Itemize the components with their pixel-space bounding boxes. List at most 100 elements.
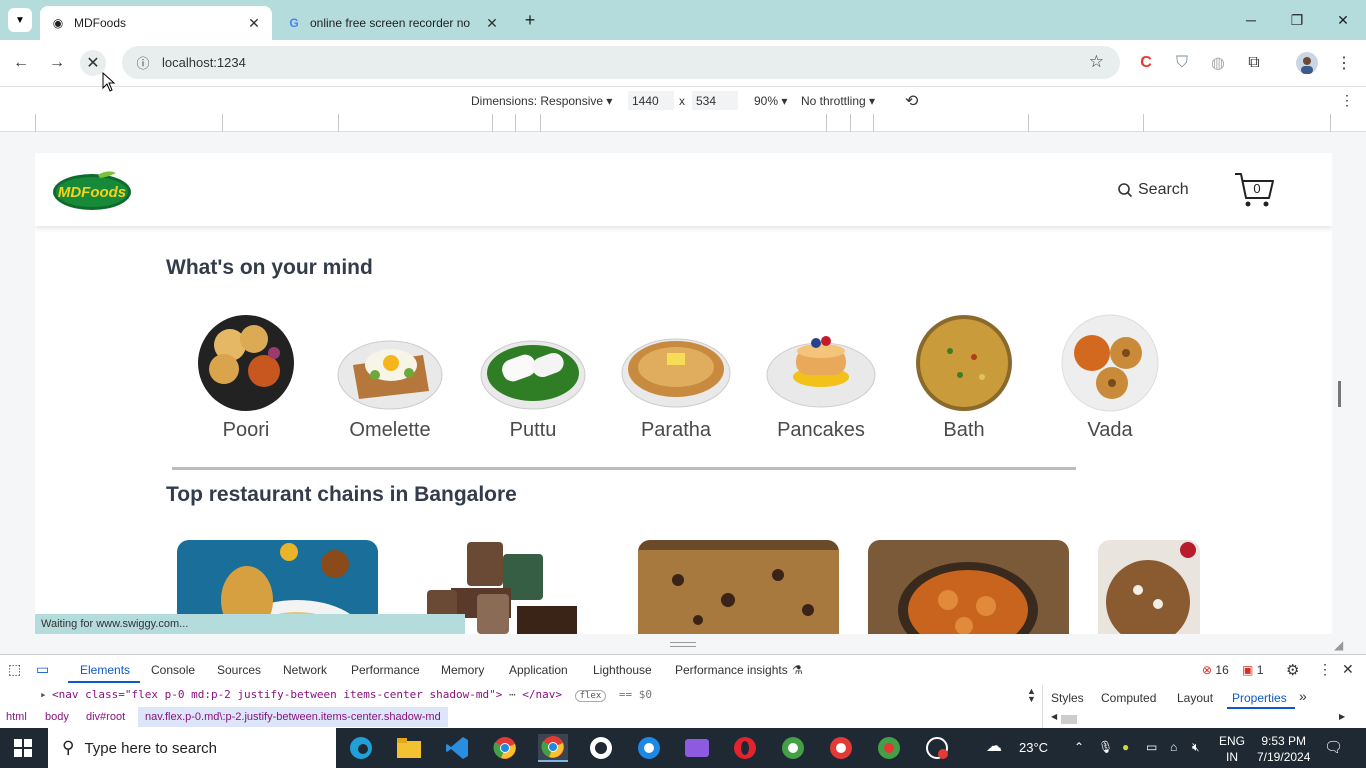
- chrome-profile-icon-3[interactable]: [826, 734, 856, 762]
- video-app-icon[interactable]: [682, 734, 712, 762]
- tab-elements[interactable]: Elements: [80, 663, 130, 677]
- breadcrumb-body[interactable]: body: [45, 711, 69, 723]
- weather-temp[interactable]: 23°C: [1019, 740, 1048, 755]
- breadcrumb-nav[interactable]: nav.flex.p-0.md\:p-2.justify-between.ite…: [138, 707, 448, 727]
- flex-badge[interactable]: flex: [574, 690, 607, 702]
- language-indicator[interactable]: ENG IN: [1219, 733, 1245, 765]
- chrome-icon[interactable]: [490, 734, 520, 762]
- scroll-thumb[interactable]: [1061, 715, 1077, 724]
- network-icon[interactable]: ⌂: [1170, 740, 1177, 754]
- dom-scroll-arrows[interactable]: ▲ ▼: [1027, 687, 1036, 704]
- new-tab-button[interactable]: +: [518, 8, 542, 32]
- throttling-dropdown[interactable]: No throttling ▾: [801, 94, 875, 108]
- viewport-scrollbar-handle[interactable]: [1338, 381, 1341, 407]
- tab-sources[interactable]: Sources: [217, 663, 261, 677]
- restore-button[interactable]: ❐: [1274, 8, 1320, 32]
- corner-resize-icon[interactable]: ◢: [1334, 638, 1343, 652]
- device-toolbar-menu-icon[interactable]: ⋮: [1340, 92, 1354, 109]
- screen-recorder-icon[interactable]: [922, 734, 952, 762]
- inspect-element-icon[interactable]: ⬚: [8, 661, 21, 678]
- opera-icon[interactable]: [730, 734, 760, 762]
- file-explorer-icon[interactable]: [394, 734, 424, 762]
- tab-mdfoods[interactable]: ◉ MDFoods ✕: [40, 6, 272, 40]
- close-window-button[interactable]: ✕: [1320, 8, 1366, 32]
- browser-menu-button[interactable]: ⋮: [1331, 50, 1357, 76]
- tray-expand-icon[interactable]: ⌃: [1074, 740, 1084, 754]
- resize-handle[interactable]: [670, 642, 696, 647]
- tab-properties[interactable]: Properties: [1232, 691, 1287, 705]
- dimensions-dropdown[interactable]: Dimensions: Responsive ▾: [471, 94, 612, 108]
- tab-layout[interactable]: Layout: [1177, 691, 1213, 705]
- tab-computed[interactable]: Computed: [1101, 691, 1156, 705]
- close-devtools-icon[interactable]: ✕: [1342, 661, 1354, 678]
- address-bar[interactable]: ⓘ localhost:1234 ☆: [122, 46, 1120, 79]
- food-item-bath[interactable]: Bath: [904, 313, 1024, 442]
- battery-icon[interactable]: ▭: [1146, 740, 1157, 754]
- forward-button[interactable]: →: [44, 50, 70, 76]
- food-item-poori[interactable]: Poori: [186, 313, 306, 442]
- volume-muted-icon[interactable]: 🔇︎: [1192, 740, 1200, 755]
- chrome-profile-icon-2[interactable]: [778, 734, 808, 762]
- puzzle-extensions-icon[interactable]: ⧉: [1241, 50, 1267, 76]
- width-input[interactable]: 1440: [628, 91, 674, 110]
- tray-app-icon[interactable]: ●: [1122, 740, 1129, 754]
- food-item-vada[interactable]: Vada: [1050, 313, 1170, 442]
- profile-avatar[interactable]: [1294, 50, 1320, 76]
- minimize-button[interactable]: ─: [1228, 8, 1274, 32]
- restaurant-card[interactable]: [638, 540, 839, 634]
- tab-lighthouse[interactable]: Lighthouse: [593, 663, 652, 677]
- restaurant-card[interactable]: [1098, 540, 1200, 634]
- microphone-icon[interactable]: 🎙︎: [1098, 740, 1113, 754]
- url-text[interactable]: localhost:1234: [162, 55, 246, 70]
- close-tab-icon[interactable]: ✕: [246, 15, 262, 32]
- scroll-right-icon[interactable]: ▶: [1339, 712, 1345, 721]
- more-tabs-icon[interactable]: »: [1299, 688, 1307, 704]
- search-link[interactable]: Search: [1117, 181, 1189, 199]
- shield-extension-icon[interactable]: ⛉: [1169, 50, 1195, 76]
- tab-console[interactable]: Console: [151, 663, 195, 677]
- food-item-omelette[interactable]: Omelette: [330, 313, 450, 442]
- devtools-menu-icon[interactable]: ⋮: [1318, 661, 1332, 678]
- tab-screen-recorder[interactable]: G online free screen recorder no ✕: [276, 6, 510, 40]
- chrome-profile-icon[interactable]: [634, 734, 664, 762]
- weather-icon[interactable]: ☁: [986, 736, 1002, 756]
- tab-search-button[interactable]: ▼: [8, 8, 32, 32]
- back-button[interactable]: ←: [8, 50, 34, 76]
- tab-performance-insights[interactable]: Performance insights: [675, 663, 788, 677]
- github-icon[interactable]: [586, 734, 616, 762]
- chrome-profile-icon-4[interactable]: [874, 734, 904, 762]
- dom-tree-selected-node[interactable]: ▸ <nav class="flex p-0 md:p-2 justify-be…: [0, 685, 1040, 705]
- tab-styles[interactable]: Styles: [1051, 691, 1084, 705]
- food-item-pancakes[interactable]: Pancakes: [761, 313, 881, 442]
- side-panel-scrollbar[interactable]: ◀ ▶: [1051, 712, 1351, 725]
- food-item-puttu[interactable]: Puttu: [473, 313, 593, 442]
- breadcrumb-html[interactable]: html: [6, 711, 27, 723]
- tab-performance[interactable]: Performance: [351, 663, 420, 677]
- taskbar-search-box[interactable]: ⚲ Type here to search: [48, 728, 336, 768]
- notifications-icon[interactable]: 🗨︎: [1324, 738, 1343, 756]
- tab-memory[interactable]: Memory: [441, 663, 484, 677]
- tab-network[interactable]: Network: [283, 663, 327, 677]
- start-button[interactable]: [8, 734, 38, 762]
- error-count[interactable]: ⊗ 16: [1202, 663, 1229, 677]
- settings-gear-icon[interactable]: ⚙: [1286, 661, 1299, 679]
- extension-c-icon[interactable]: C: [1133, 50, 1159, 76]
- chrome-active-icon[interactable]: [538, 734, 568, 762]
- edge-app-icon[interactable]: [346, 734, 376, 762]
- height-input[interactable]: 534: [692, 91, 738, 110]
- rotate-icon[interactable]: ⟲: [905, 91, 918, 111]
- vscode-icon[interactable]: [442, 734, 472, 762]
- breadcrumb-root[interactable]: div#root: [86, 711, 125, 723]
- bookmark-star-icon[interactable]: ☆: [1089, 52, 1104, 72]
- restaurant-card[interactable]: [868, 540, 1069, 634]
- site-info-icon[interactable]: ⓘ: [128, 53, 158, 72]
- scroll-left-icon[interactable]: ◀: [1051, 712, 1057, 721]
- issue-count[interactable]: ▣ 1: [1242, 663, 1263, 677]
- clock[interactable]: 9:53 PM 7/19/2024: [1257, 733, 1310, 765]
- expand-arrow-icon[interactable]: ▸: [40, 688, 47, 701]
- zoom-dropdown[interactable]: 90% ▾: [754, 94, 787, 108]
- food-item-paratha[interactable]: Paratha: [616, 313, 736, 442]
- mdfoods-logo[interactable]: MDFoods: [52, 169, 132, 211]
- close-tab-icon[interactable]: ✕: [484, 15, 500, 32]
- tab-application[interactable]: Application: [509, 663, 568, 677]
